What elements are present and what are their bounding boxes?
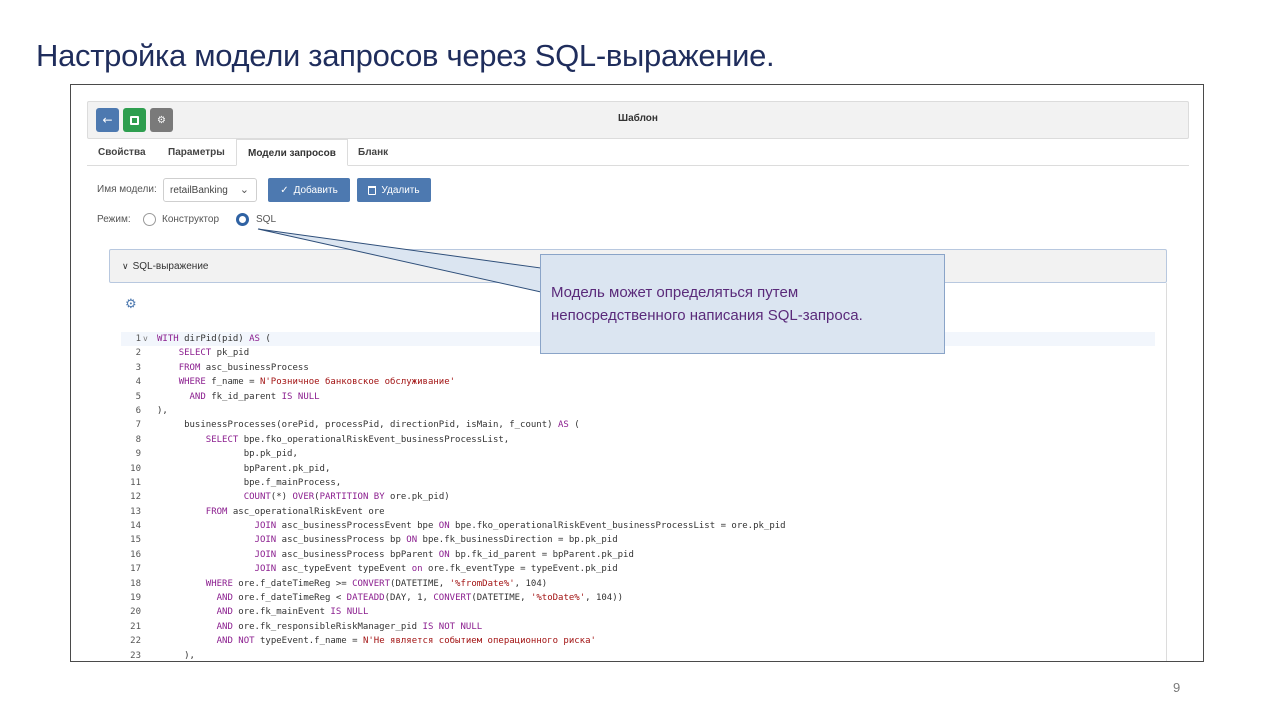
callout-line-1: Модель может определяться путем — [551, 284, 799, 301]
callout-box: Модель может определяться путем непосред… — [540, 254, 945, 354]
page-number: 9 — [1173, 680, 1181, 695]
slide: Настройка модели запросов через SQL-выра… — [0, 0, 1280, 720]
callout-pointer — [257, 228, 542, 293]
callout-line-2: непосредственного написания SQL-запроса. — [551, 307, 863, 324]
